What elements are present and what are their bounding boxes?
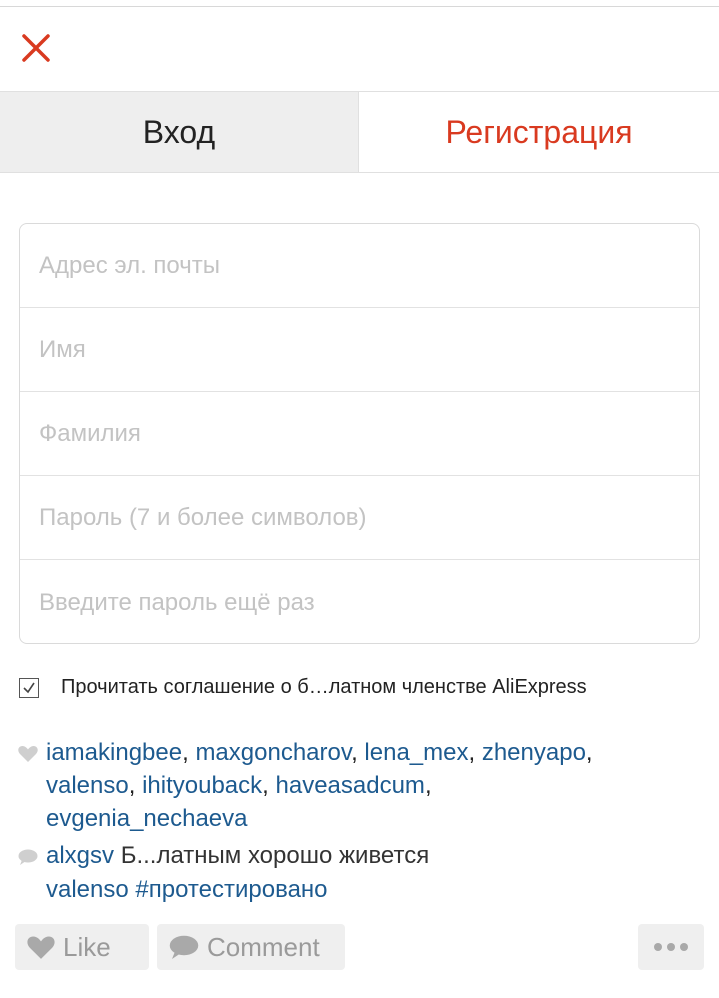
- comment-bubble-icon: [169, 935, 199, 959]
- comment-body: alxgsv Б...латным хорошо живется: [46, 839, 429, 872]
- password-field-row: [20, 476, 699, 560]
- email-field[interactable]: [20, 224, 699, 307]
- heart-icon: [18, 745, 40, 767]
- email-field-row: [20, 224, 699, 308]
- checkmark-icon: [23, 682, 35, 693]
- more-dots-icon: [654, 943, 688, 951]
- like-user-link[interactable]: iamakingbee: [46, 739, 182, 766]
- tab-register[interactable]: Регистрация: [358, 92, 719, 172]
- agreement-checkbox[interactable]: [19, 677, 39, 698]
- like-label: Like: [63, 931, 111, 962]
- comment-user-link[interactable]: alxgsv: [46, 842, 114, 869]
- more-options-button[interactable]: [638, 924, 704, 970]
- caption-user-link[interactable]: valenso: [46, 876, 129, 903]
- comment-button[interactable]: Comment: [157, 924, 345, 970]
- close-icon: [22, 34, 50, 62]
- auth-tabs: Вход Регистрация: [0, 91, 719, 173]
- likes-list: iamakingbee, maxgoncharov, lena_mex, zhe…: [46, 739, 593, 832]
- password-field[interactable]: [20, 476, 699, 559]
- hashtag-link[interactable]: #протестировано: [135, 876, 327, 903]
- like-user-link[interactable]: ihityouback: [142, 772, 262, 799]
- likes-section: iamakingbee, maxgoncharov, lena_mex, zhe…: [18, 736, 698, 835]
- heart-icon: [27, 935, 55, 959]
- like-button[interactable]: Like: [15, 924, 149, 970]
- first-name-field-row: [20, 308, 699, 392]
- agreement-row: Прочитать соглашение о б…латном членстве…: [19, 676, 587, 699]
- comment-row: alxgsv Б...латным хорошо живется: [18, 839, 429, 872]
- like-user-link[interactable]: zhenyapo: [482, 739, 586, 766]
- agreement-label: Прочитать соглашение о б…латном членстве…: [61, 676, 587, 698]
- tab-login[interactable]: Вход: [0, 92, 358, 172]
- registration-form: [19, 223, 700, 644]
- close-button[interactable]: [20, 32, 52, 64]
- like-user-link[interactable]: evgenia_nechaeva: [46, 805, 248, 832]
- last-name-field[interactable]: [20, 392, 699, 475]
- comment-label: Comment: [207, 931, 320, 962]
- comment-text: Б...латным хорошо живется: [120, 842, 430, 869]
- first-name-field[interactable]: [20, 308, 699, 391]
- caption-row: valenso #протестировано: [46, 873, 328, 906]
- like-user-link[interactable]: valenso: [46, 772, 129, 799]
- like-user-link[interactable]: lena_mex: [364, 739, 468, 766]
- last-name-field-row: [20, 392, 699, 476]
- top-divider: [0, 6, 719, 7]
- action-bar: Like Comment: [15, 924, 705, 970]
- password-confirm-field-row: [20, 560, 699, 643]
- like-user-link[interactable]: haveasadcum: [276, 772, 425, 799]
- comment-bubble-icon: [18, 849, 40, 870]
- like-user-link[interactable]: maxgoncharov: [195, 739, 351, 766]
- password-confirm-field[interactable]: [20, 560, 699, 643]
